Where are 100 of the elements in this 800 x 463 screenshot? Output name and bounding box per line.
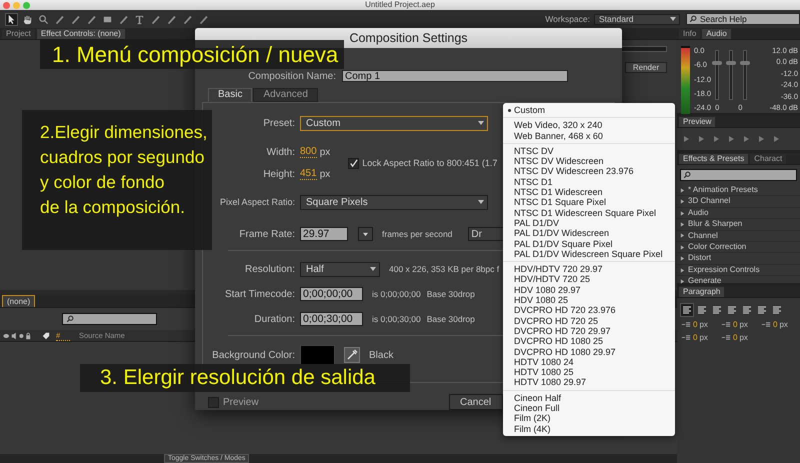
timecode-field[interactable]: 0;00;30;00 [300,312,363,326]
menu-item[interactable]: DVCPRO HD 1080 25 [503,336,675,347]
menu-item[interactable]: DVCPRO HD 720 29.97 [503,326,675,336]
menu-item[interactable]: NTSC DV Widescreen 23.976 [503,166,675,177]
menu-item[interactable]: Film (4K) [503,424,675,434]
field-label: Preset: [262,118,295,128]
paragraph-value[interactable]: 0 [693,320,698,329]
menu-item[interactable]: HDV 1080 25 [503,295,675,306]
panel-tab[interactable]: Charact [750,154,786,164]
menu-item[interactable]: DVCPRO HD 720 23.976 [503,305,675,316]
menu-item[interactable]: Web Video, 320 x 240 [503,120,675,131]
field-label: Duration: [253,314,295,324]
menu-item[interactable]: NTSC DV [503,146,675,156]
menu-item[interactable]: HDTV 1080 29.97 [503,377,675,388]
unit-label: px [739,320,748,329]
field-label: Width: [266,146,295,158]
unit-label: px [320,146,330,158]
dialog-title: Composition Settings [349,31,468,45]
dialog-tab[interactable]: Advanced [253,88,318,102]
menu-item[interactable]: PAL D1/DV [503,218,675,228]
render-button[interactable]: Render [625,62,667,73]
preset-dropdown[interactable]: Custom [300,116,488,130]
frame-rate-field[interactable]: 29.97 [300,227,348,241]
field-label: Pixel Aspect Ratio: [218,197,295,207]
effect-category[interactable]: 3D Channel [688,196,730,207]
paragraph-value[interactable]: 0 [693,333,698,342]
timecode-info: is 0;00;00;00 [372,289,421,299]
timecode-field[interactable]: 0;00;00;00 [300,287,363,301]
field-label: Start Timecode: [224,288,295,300]
workspace-label: Workspace: [545,14,590,24]
unit-label: px [320,168,330,180]
menu-item[interactable]: PAL D1/DV Square Pixel [503,238,675,249]
effect-category[interactable]: Generate [688,276,722,287]
menu-item[interactable]: PAL D1/DV Widescreen Square Pixel [503,248,675,260]
window-title: Untitled Project.aep [365,0,435,10]
menu-item[interactable]: HDTV 1080 25 [503,367,675,378]
effect-category[interactable]: Color Correction [688,242,746,252]
menu-item[interactable]: NTSC D1 Square Pixel [503,197,675,208]
field-label: Background Color: [211,350,295,360]
resolution-dropdown[interactable]: Half [300,262,380,276]
menu-item[interactable]: NTSC D1 Widescreen [503,187,675,198]
search-field[interactable]: Search Help [686,13,800,25]
effect-category[interactable]: * Animation Presets [688,185,758,196]
unit-label: px [699,320,708,329]
menu-item[interactable]: NTSC D1 Widescreen Square Pixel [503,208,675,218]
menu-item[interactable]: HDTV 1080 24 [503,356,675,368]
timebase-info: Base 30drop [426,314,475,324]
effect-category[interactable]: Blur & Sharpen [688,219,742,230]
unit-label: px [739,333,748,342]
menu-item[interactable]: HDV 1080 29.97 [503,284,675,296]
panel-tab[interactable]: Project [2,29,35,39]
menu-item[interactable]: DVCPRO HD 720 25 [503,316,675,326]
effect-category[interactable]: Expression Controls [688,264,760,276]
paragraph-value[interactable]: 0 [733,333,738,342]
effect-category[interactable]: Channel [688,230,718,242]
drop-frame-button[interactable]: Dr [468,227,504,241]
effect-category[interactable]: Audio [688,208,708,218]
composition-name-field[interactable]: Comp 1 [342,70,568,82]
panel-tab[interactable]: Paragraph [679,287,724,297]
unit-label: px [699,333,708,342]
unit-label: frames per second [382,229,452,239]
menu-item[interactable]: Cineon Full [503,403,675,414]
menu-item[interactable]: PAL D1/DV Widescreen [503,228,675,239]
menu-item[interactable]: DVCPRO HD 1080 29.97 [503,346,675,357]
resolution-info: 400 x 226, 353 KB per 8bpc f [389,264,500,274]
panel-tab[interactable]: Preview [679,117,716,127]
panel-tab[interactable]: Effects & Presets [679,154,748,164]
field-label: Frame Rate: [238,228,295,240]
workspace-dropdown[interactable]: Standard [594,14,680,24]
timeline-tab[interactable]: (none) [2,295,36,307]
unit-label: px [779,320,788,329]
dialog-tab[interactable]: Basic [208,88,252,102]
panel-tab[interactable]: Effect Controls: (none) [36,29,125,39]
menu-item[interactable]: Film (2K) [503,413,675,424]
paragraph-value[interactable]: 0 [733,320,738,329]
caption-text: 2.Elegir dimensiones, cuadros por segundo y color de fondo de la composición. [40,121,208,219]
panel-tab[interactable]: Info [679,29,700,39]
caption-text: 3. Elergir resolución de salida [100,365,376,391]
color-name: Black [369,350,394,360]
height-value[interactable]: 451 [300,168,317,180]
menu-item[interactable]: HDV/HDTV 720 25 [503,274,675,285]
field-label: Composition Name: [247,70,336,82]
timebase-info: Base 30drop [426,289,475,299]
effect-category[interactable]: Distort [688,253,712,264]
menu-item[interactable]: HDV/HDTV 720 29.97 [503,264,675,274]
menu-item[interactable]: NTSC DV Widescreen [503,156,675,166]
width-value[interactable]: 800 [300,146,317,158]
menu-item[interactable]: Cineon Half [503,392,675,404]
field-label: Height: [262,168,295,180]
checkbox-label: Lock Aspect Ratio to 800:451 (1.7 [362,158,498,168]
panel-tab[interactable]: Audio [702,29,731,39]
paragraph-value[interactable]: 0 [773,320,778,329]
cancel-button[interactable]: Cancel [449,394,503,410]
menu-item[interactable]: Custom [503,105,675,116]
pixel-aspect-dropdown[interactable]: Square Pixels [300,194,488,210]
field-label: Resolution: [244,264,295,274]
checkbox-label: Preview [223,396,260,408]
menu-item[interactable]: Web Banner, 468 x 60 [503,130,675,141]
timecode-info: is 0;00;30;00 [372,314,421,324]
menu-item[interactable]: NTSC D1 [503,176,675,188]
